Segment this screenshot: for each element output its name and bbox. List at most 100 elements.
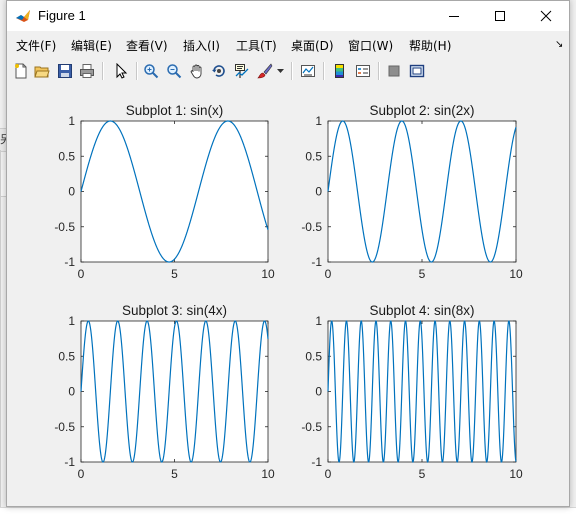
toolbar-separator <box>136 62 138 80</box>
data-cursor-button[interactable] <box>232 61 252 81</box>
y-tick-label: 0.5 <box>58 349 75 363</box>
subplot-title: Subplot 4: sin(8x) <box>369 303 474 318</box>
subplot-2[interactable]: Subplot 2: sin(2x)10.50-0.5-10 5 10 <box>301 103 523 281</box>
y-tick-label: 0.5 <box>305 149 322 163</box>
x-tick-label: 10 <box>261 267 275 281</box>
menu-file[interactable]: 文件(F) <box>16 37 56 54</box>
pan-button[interactable] <box>187 61 207 81</box>
save-icon <box>58 64 72 78</box>
subplot-title: Subplot 2: sin(2x) <box>369 103 474 118</box>
x-tick-label: 0 <box>78 267 85 281</box>
menu-tools[interactable]: 工具(T) <box>236 37 277 54</box>
subplot-4[interactable]: Subplot 4: sin(8x)10.50-0.5-10 5 10 <box>301 303 523 481</box>
save-button[interactable] <box>55 61 75 81</box>
minimize-icon <box>449 16 459 17</box>
figure-canvas[interactable]: Subplot 1: sin(x) 1 0.5 0 -0.5 -1 0 5 10 Subplot … <box>7 85 569 506</box>
axes-box[interactable] <box>80 120 269 263</box>
y-tick-label: 0 <box>68 385 75 399</box>
data-cursor-icon <box>235 64 249 78</box>
x-tick-label: 5 <box>171 267 178 281</box>
axes-box[interactable] <box>80 320 269 463</box>
y-tick-label: -0.5 <box>301 420 322 434</box>
x-tick-label: 10 <box>509 467 523 481</box>
y-tick-label: -0.5 <box>301 220 322 234</box>
matlab-logo-icon <box>15 8 31 24</box>
dock-arrow-icon[interactable]: ↘ <box>555 39 563 50</box>
menu-insert[interactable]: 插入(I) <box>183 37 220 54</box>
new-figure-button[interactable] <box>11 61 31 81</box>
maximize-button[interactable] <box>477 1 523 31</box>
menu-bar: 文件(F) 编辑(E) 查看(V) 插入(I) 工具(T) 桌面(D) 窗口(W… <box>7 32 569 57</box>
print-icon <box>80 64 94 78</box>
y-tick-label: -0.5 <box>54 420 75 434</box>
x-tick-label: 5 <box>419 267 426 281</box>
zoom-out-button[interactable] <box>164 61 184 81</box>
menu-edit[interactable]: 编辑(E) <box>71 37 112 54</box>
new-figure-icon <box>15 63 27 79</box>
y-tick-label: 0.5 <box>58 149 75 163</box>
subplots-canvas[interactable]: Subplot 1: sin(x)10.50-0.5-10 5 10Subplot … <box>7 85 569 506</box>
minimize-button[interactable] <box>431 1 477 31</box>
zoom-in-button[interactable] <box>141 61 161 81</box>
x-tick-label: 10 <box>261 467 275 481</box>
y-tick-label: -1 <box>311 455 322 469</box>
y-tick-label: 0 <box>315 385 322 399</box>
hide-plot-tools-icon <box>388 65 400 77</box>
menu-desktop[interactable]: 桌面(D) <box>291 37 334 54</box>
brush-icon <box>257 63 273 79</box>
axes-box[interactable] <box>327 120 517 263</box>
toolbar-separator <box>323 62 325 80</box>
brush-dropdown-button[interactable] <box>275 61 285 81</box>
open-file-button[interactable] <box>32 61 52 81</box>
insert-colorbar-button[interactable] <box>330 61 350 81</box>
y-tick-label: 0 <box>315 185 322 199</box>
y-tick-label: 1 <box>68 114 75 128</box>
x-tick-label: 5 <box>171 467 178 481</box>
y-tick-label: 1 <box>315 114 322 128</box>
figure-toolbar <box>7 57 569 86</box>
select-arrow-icon <box>116 63 128 79</box>
figure-window: Figure 1 文件(F) 编辑(E) 查看(V) 插入(I) 工具(T) 桌… <box>6 0 570 507</box>
y-tick-label: 1 <box>315 314 322 328</box>
subplot-3[interactable]: Subplot 3: sin(4x)10.50-0.5-10 5 10 <box>54 303 275 481</box>
show-plot-tools-icon <box>409 64 425 78</box>
background-window-edge <box>0 150 1 507</box>
y-tick-label: 0.5 <box>305 349 322 363</box>
insert-colorbar-icon <box>335 64 344 78</box>
hide-plot-tools-button[interactable] <box>384 61 404 81</box>
menu-view[interactable]: 查看(V) <box>126 37 168 54</box>
x-tick-label: 0 <box>78 467 85 481</box>
title-bar[interactable]: Figure 1 <box>7 1 569 31</box>
select-button[interactable] <box>111 61 131 81</box>
y-tick-label: -1 <box>64 255 75 269</box>
show-plot-tools-button[interactable] <box>407 61 427 81</box>
x-tick-label: 0 <box>325 267 332 281</box>
maximize-icon <box>495 11 505 21</box>
brush-dropdown-icon <box>276 68 284 73</box>
subplot-title: Subplot 3: sin(4x) <box>122 303 227 318</box>
insert-legend-button[interactable] <box>353 61 373 81</box>
y-tick-label: 1 <box>68 314 75 328</box>
brush-button[interactable] <box>255 61 275 81</box>
link-plot-button[interactable] <box>298 61 318 81</box>
window-title: Figure 1 <box>38 8 86 23</box>
toolbar-separator <box>102 62 104 80</box>
x-tick-label: 0 <box>325 467 332 481</box>
menu-window[interactable]: 窗口(W) <box>348 37 393 54</box>
insert-legend-icon <box>356 65 370 77</box>
close-icon <box>540 10 552 22</box>
x-tick-label: 10 <box>509 267 523 281</box>
y-tick-label: -0.5 <box>54 220 75 234</box>
x-tick-label: 5 <box>419 467 426 481</box>
menu-help[interactable]: 帮助(H) <box>409 37 451 54</box>
zoom-in-icon <box>144 64 159 79</box>
print-button[interactable] <box>77 61 97 81</box>
y-tick-label: -1 <box>311 255 322 269</box>
rotate-3d-button[interactable] <box>209 61 229 81</box>
y-tick-label: -1 <box>64 455 75 469</box>
toolbar-separator <box>291 62 293 80</box>
close-button[interactable] <box>523 1 569 31</box>
pan-hand-icon <box>190 64 202 79</box>
subplot-1[interactable]: Subplot 1: sin(x)10.50-0.5-10 5 10 <box>54 103 275 281</box>
rotate-3d-icon <box>212 65 225 77</box>
